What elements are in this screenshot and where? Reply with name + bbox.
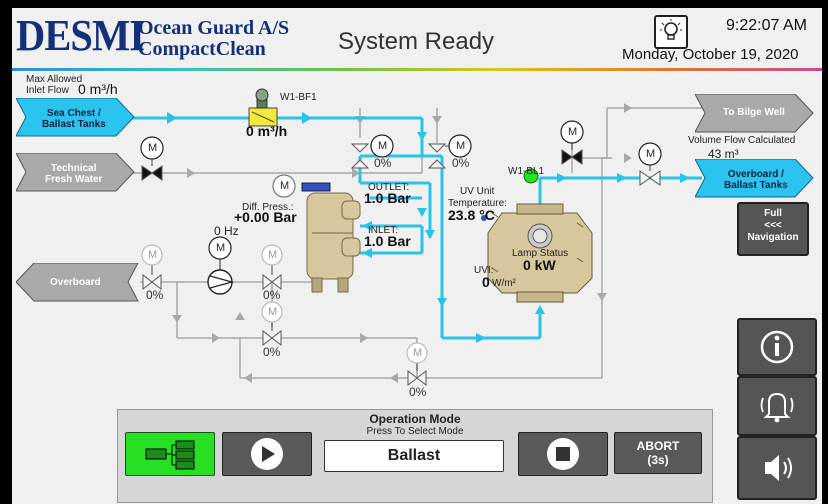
fresh-water-line1: Technical [51, 163, 97, 174]
to-bilge-label: To Bilge Well [723, 107, 785, 118]
motor-label: M [646, 148, 656, 160]
motor-label: M [268, 249, 278, 261]
bell-icon [760, 392, 794, 423]
valve-position-3: 0% [146, 288, 164, 302]
inlet-flow-value: 0 m³/h [246, 123, 288, 139]
max-inlet-label-1: Max Allowed [26, 74, 83, 85]
abort-line1: ABORT [636, 439, 680, 453]
motor-label: M [378, 140, 388, 152]
uvi-value: 0 [482, 274, 490, 290]
stop-icon [547, 438, 579, 470]
valve-position-1: 0% [374, 156, 392, 170]
flow-diagram-icon [145, 440, 195, 470]
fresh-water-label: Technical Fresh Water [45, 163, 102, 185]
mode-overview-button[interactable] [125, 432, 215, 476]
lamp-status-value: 0 kW [523, 257, 556, 273]
valve-position-2: 0% [452, 156, 470, 170]
abort-button[interactable]: ABORT (3s) [614, 432, 702, 474]
motor-label: M [148, 142, 158, 154]
filter-unit [301, 182, 361, 293]
sea-chest-line2: Ballast Tanks [42, 119, 106, 130]
pump-frequency: 0 Hz [214, 224, 239, 238]
motor-label: M [456, 140, 466, 152]
overboard-right-line2: Ballast Tanks [724, 180, 788, 191]
nav-line1: Full [764, 208, 782, 219]
overboard-left-label: Overboard [50, 277, 101, 288]
info-button[interactable] [737, 318, 817, 376]
overboard-right-line1: Overboard / [727, 169, 784, 180]
max-inlet-value: 0 m³/h [78, 81, 118, 97]
abort-line2: (3s) [647, 453, 669, 467]
motor-label: M [148, 249, 158, 261]
max-inlet-label-2: Inlet Flow [26, 85, 69, 96]
diff-press-value: +0.00 Bar [234, 209, 297, 225]
play-icon [251, 438, 283, 470]
full-navigation-button[interactable]: Full <<< Navigation [737, 202, 809, 256]
hmi-screen: DESMI Ocean Guard A/S CompactClean Syste… [12, 8, 822, 504]
valve-position-6: 0% [409, 385, 427, 399]
filter-outlet-value: 1.0 Bar [364, 190, 411, 206]
operation-mode-bar: Operation Mode Press To Select Mode Ball… [117, 409, 713, 503]
motor-label: M [268, 306, 278, 318]
filter-inlet-value: 1.0 Bar [364, 233, 411, 249]
uv-sensor-tag: W1-BL1 [508, 166, 545, 177]
volume-flow-label: Volume Flow Calculated [688, 135, 796, 146]
flowmeter-tag: W1-BF1 [280, 92, 317, 103]
motor-label: M [413, 347, 423, 359]
sea-chest-label: Sea Chest / Ballast Tanks [42, 108, 106, 130]
uvi-unit: W/m² [492, 278, 516, 289]
motor-label: M [568, 126, 578, 138]
operation-mode-title: Operation Mode [369, 412, 461, 426]
nav-line3: Navigation [747, 232, 799, 243]
alarm-button[interactable] [737, 376, 817, 436]
uv-temp-value: 23.8 °C [448, 207, 495, 223]
flowmeter-symbol [248, 88, 278, 127]
stop-button[interactable] [518, 432, 608, 476]
mode-selector[interactable]: Ballast [324, 440, 504, 472]
sound-button[interactable] [737, 436, 817, 500]
fresh-water-line2: Fresh Water [45, 174, 103, 185]
speaker-icon [765, 455, 792, 481]
valve-position-5: 0% [263, 345, 281, 359]
volume-flow-value: 43 m³ [708, 147, 739, 161]
start-button[interactable] [222, 432, 312, 476]
info-icon [760, 330, 794, 364]
pump-symbol [207, 259, 235, 295]
uv-temp-label-1: UV Unit [460, 186, 495, 197]
overboard-right-label: Overboard / Ballast Tanks [724, 169, 788, 191]
sea-chest-line1: Sea Chest / [46, 108, 101, 119]
valve-position-4: 0% [263, 288, 281, 302]
motor-label: M [216, 242, 226, 254]
nav-line2: <<< [764, 220, 782, 231]
motor-label: M [280, 180, 290, 192]
